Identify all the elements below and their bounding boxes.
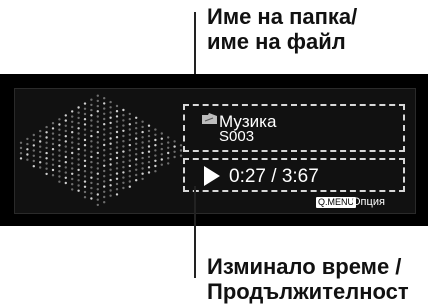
callout-bottom-line1: Изминало време / bbox=[207, 254, 402, 279]
tv-screen: Музика S003 0:27 / 3:67 Q.MENU Опция bbox=[0, 74, 428, 226]
spectrum-visualizer bbox=[19, 94, 183, 207]
folder-file-callout: Име на папка/ име на файл bbox=[207, 4, 357, 54]
time-info-box: 0:27 / 3:67 bbox=[183, 158, 405, 192]
option-label: Опция bbox=[352, 196, 385, 208]
callout-top-leader-line bbox=[194, 12, 196, 80]
callout-top-line1: Име на папка/ bbox=[207, 4, 358, 29]
callout-bottom-leader-line bbox=[194, 186, 196, 278]
qmenu-key-label[interactable]: Q.MENU bbox=[316, 197, 356, 208]
elapsed-duration-time: 0:27 / 3:67 bbox=[229, 166, 319, 187]
callout-top-line2: име на файл bbox=[207, 29, 346, 54]
time-callout: Изминало време / Продължителност bbox=[207, 254, 409, 304]
play-icon[interactable] bbox=[204, 166, 220, 186]
callout-bottom-line2: Продължителност bbox=[207, 279, 409, 304]
file-name: S003 bbox=[219, 128, 255, 145]
folder-file-info-box: Музика S003 bbox=[183, 104, 405, 152]
music-folder-icon bbox=[202, 113, 217, 124]
